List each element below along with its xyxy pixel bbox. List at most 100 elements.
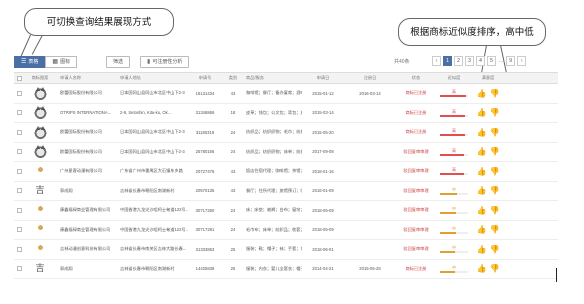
similarity-meter: 中: [440, 265, 468, 273]
checkbox[interactable]: [16, 90, 22, 96]
table-row[interactable]: 广州星客动漫有限公司 广东省广州市番禺区大石镇东乡路 20727476 43 饭店住宿代…: [14, 162, 558, 182]
applicant-name[interactable]: 郭成翔: [56, 266, 118, 272]
applicant-name[interactable]: 欧蕾国际股份有限公司: [56, 129, 118, 135]
row-select[interactable]: [14, 129, 24, 135]
filter-button[interactable]: 筛选: [106, 56, 131, 68]
row-select[interactable]: [14, 266, 24, 272]
row-select[interactable]: [14, 227, 24, 233]
checkbox[interactable]: [16, 149, 22, 155]
thumbs-up-icon[interactable]: 👍: [477, 128, 487, 137]
callout-pointer: [31, 34, 43, 55]
row-select[interactable]: [14, 168, 24, 174]
application-number[interactable]: 16131434: [188, 91, 222, 96]
row-select[interactable]: [14, 90, 24, 96]
thumbs-down-icon[interactable]: 👎: [490, 186, 500, 195]
trademark-image[interactable]: [33, 203, 47, 217]
trademark-image[interactable]: 吉: [33, 262, 47, 276]
thumbs-up-icon[interactable]: 👍: [477, 186, 487, 195]
application-number[interactable]: 31180319: [188, 130, 222, 135]
trademark-image[interactable]: [33, 164, 47, 178]
applicant-name[interactable]: 康鑫福禄商业管理有限公司: [56, 227, 118, 233]
checkbox[interactable]: [16, 188, 22, 194]
thumbs-up-icon[interactable]: 👍: [477, 89, 487, 98]
thumbs-down-icon[interactable]: 👎: [490, 225, 500, 234]
row-select[interactable]: [14, 188, 24, 194]
application-number[interactable]: 30717281: [188, 227, 222, 232]
application-number[interactable]: 31346866: [188, 110, 222, 115]
applicant-name[interactable]: 广州星客动漫有限公司: [56, 168, 118, 174]
checkbox[interactable]: [16, 266, 22, 272]
thumbs-up-icon[interactable]: 👍: [477, 167, 487, 176]
page-button[interactable]: 4: [476, 56, 485, 66]
page-button[interactable]: 2: [454, 56, 463, 66]
header-select-all[interactable]: [14, 75, 24, 81]
page-prev-button[interactable]: ‹: [432, 56, 441, 66]
thumbs-down-icon[interactable]: 👎: [490, 264, 500, 273]
checkbox[interactable]: [16, 75, 22, 81]
applicant-name[interactable]: 康鑫福禄商业管理有限公司: [56, 207, 118, 213]
trademark-image[interactable]: [33, 86, 47, 100]
trademark-image[interactable]: [33, 145, 47, 159]
thumbs-down-icon[interactable]: 👎: [490, 206, 500, 215]
table-row[interactable]: 欧蕾国际股份有限公司 日本国冈山县冈山市北区中山下2-3 16131434 43 咖啡馆…: [14, 84, 558, 104]
checkbox[interactable]: [16, 227, 22, 233]
thumbs-up-icon[interactable]: 👍: [477, 264, 487, 273]
checkbox[interactable]: [16, 129, 22, 135]
thumbs-down-icon[interactable]: 👎: [490, 245, 500, 254]
row-select[interactable]: [14, 149, 24, 155]
thumbs-down-icon[interactable]: 👎: [490, 128, 500, 137]
application-number[interactable]: 20727476: [188, 169, 222, 174]
checkbox[interactable]: [16, 207, 22, 213]
thumbs-down-icon[interactable]: 👎: [490, 167, 500, 176]
application-number[interactable]: 31333863: [188, 247, 222, 252]
application-number[interactable]: 14425838: [188, 266, 222, 271]
analysis-button[interactable]: ▮ 可注册性分析: [140, 56, 190, 68]
page-button[interactable]: 1: [443, 56, 452, 66]
page-next-button[interactable]: ›: [517, 56, 527, 66]
page-button[interactable]: 5: [487, 56, 496, 66]
applicant-name[interactable]: 欧蕾国际股份有限公司: [56, 149, 118, 155]
trademark-image[interactable]: 吉: [33, 184, 47, 198]
table-row[interactable]: OTRIPS INTERNATIONA... 2-9, Setoshin, Kit…: [14, 104, 558, 123]
applicant-name[interactable]: 吉林动漫创意科技有限公司: [56, 246, 118, 252]
similarity-meter: 高: [440, 89, 468, 98]
thumbs-up-icon[interactable]: 👍: [477, 206, 487, 215]
thumbs-up-icon[interactable]: 👍: [477, 245, 487, 254]
trademark-image[interactable]: [33, 223, 47, 237]
view-icon-button[interactable]: ▦ 图标: [45, 56, 78, 68]
row-select[interactable]: [14, 207, 24, 213]
row-select[interactable]: [14, 246, 24, 252]
applicant-name[interactable]: 郭成翔: [56, 188, 118, 194]
thumbs-up-icon[interactable]: 👍: [477, 225, 487, 234]
applicant-name[interactable]: 欧蕾国际股份有限公司: [56, 90, 118, 96]
application-number[interactable]: 30717260: [188, 208, 222, 213]
thumbs-up-icon[interactable]: 👍: [477, 108, 487, 117]
checkbox[interactable]: [16, 110, 22, 116]
column-header[interactable]: 近似度: [436, 75, 472, 81]
page-button[interactable]: 3: [465, 56, 474, 66]
checkbox[interactable]: [16, 168, 22, 174]
table-row[interactable]: 吉 郭成翔 吉林省长春市朝阳区南湖新村 20570135 43 餐厅；住所代理；旅馆预订；…: [14, 182, 558, 201]
applicant-name[interactable]: OTRIPS INTERNATIONA...: [56, 110, 118, 115]
table-row[interactable]: 康鑫福禄商业管理有限公司 中国香港九龙尖沙咀柯士甸道122号... 30717281…: [14, 221, 558, 240]
checkbox[interactable]: [16, 246, 22, 252]
table-row[interactable]: 康鑫福禄商业管理有限公司 中国香港九龙尖沙咀柯士甸道122号... 30717260…: [14, 201, 558, 221]
thumbs-up-icon[interactable]: 👍: [477, 147, 487, 156]
table-row[interactable]: 欧蕾国际股份有限公司 日本国冈山县冈山市北区中山下2-3 25780166 24 纺织品…: [14, 143, 558, 162]
page-button[interactable]: 9: [506, 56, 516, 66]
row-select[interactable]: [14, 110, 24, 116]
table-row[interactable]: 欧蕾国际股份有限公司 日本国冈山县冈山市北区中山下2-3 31180319 24 纺织品…: [14, 123, 558, 143]
thumbs-down-icon[interactable]: 👎: [490, 147, 500, 156]
application-number[interactable]: 20570135: [188, 188, 222, 193]
column-header: 商标图案: [31, 75, 49, 80]
table-row[interactable]: 吉 郭成翔 吉林省长春市朝阳区南湖新村 14425838 25 服装；内衣；婴儿全套衣；帽…: [14, 260, 558, 279]
trademark-image[interactable]: [33, 125, 47, 139]
application-number[interactable]: 25780166: [188, 149, 222, 154]
thumbs-down-icon[interactable]: 👎: [490, 108, 500, 117]
application-date: 2018-06-01: [312, 246, 334, 252]
trademark-image[interactable]: [33, 242, 47, 256]
view-table-button[interactable]: ☰ 表格: [14, 56, 46, 68]
thumbs-down-icon[interactable]: 👎: [490, 89, 500, 98]
table-row[interactable]: 吉林动漫创意科技有限公司 吉林省长春市南关区吉林大路长春... 31333863 25…: [14, 240, 558, 260]
trademark-image[interactable]: [33, 106, 47, 120]
